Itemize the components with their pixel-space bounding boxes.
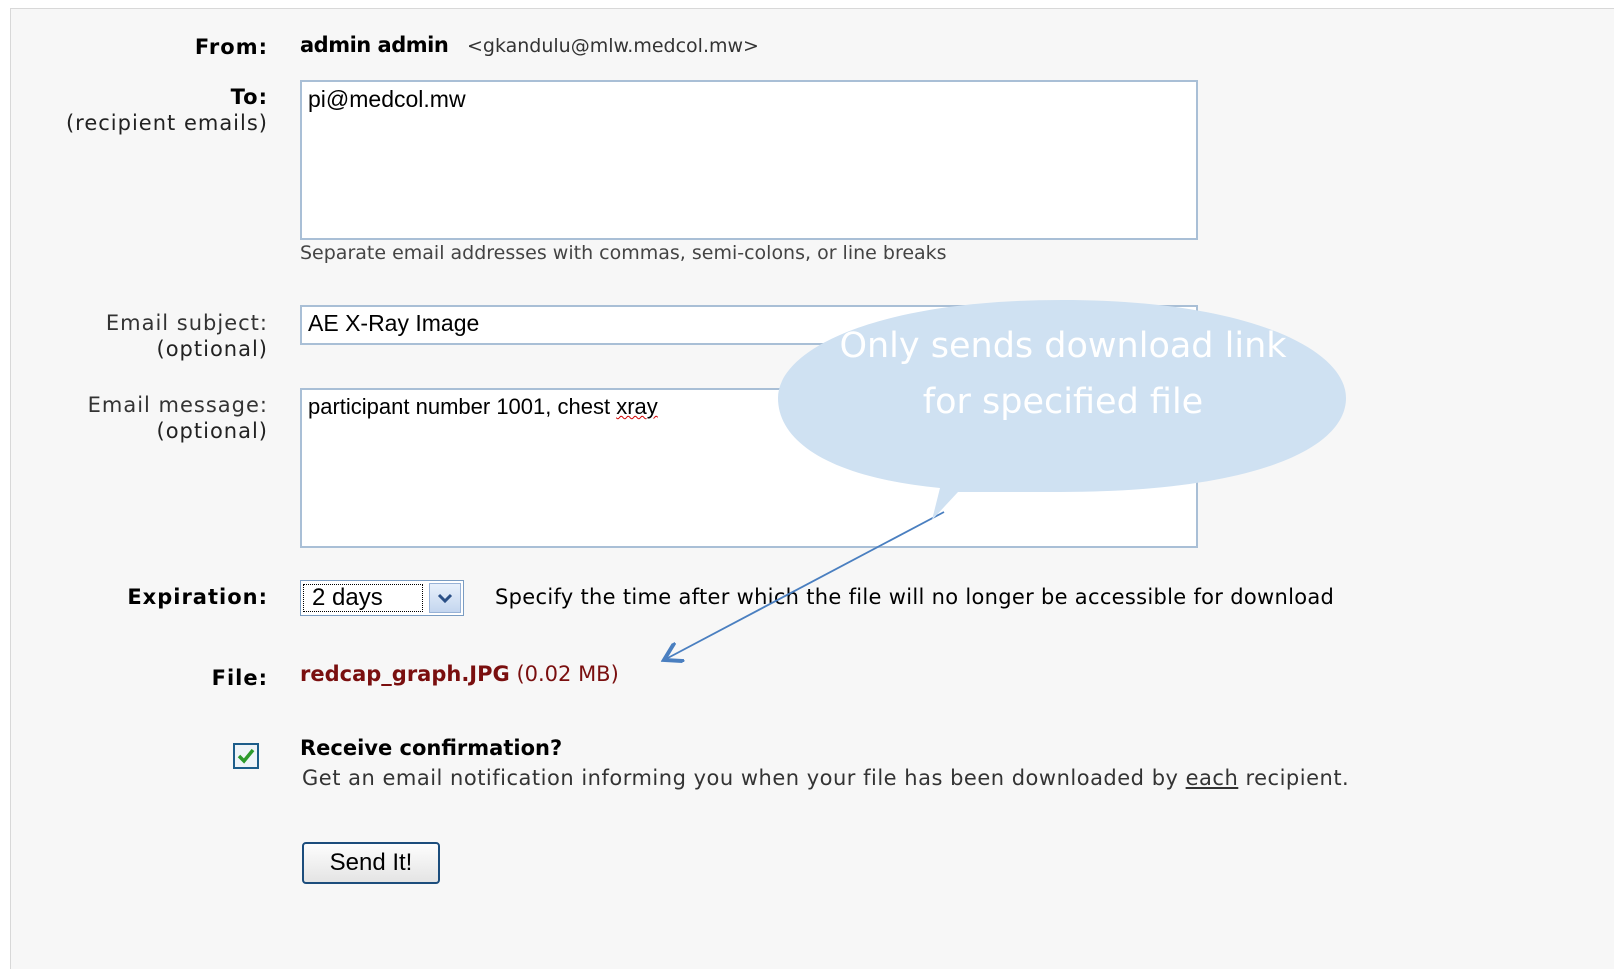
to-sublabel: (recipient emails) — [65, 111, 268, 135]
confirmation-desc-emphasis: each — [1185, 766, 1239, 790]
sender-name: admin admin — [300, 33, 449, 57]
expiration-select[interactable]: 2 days — [300, 580, 464, 616]
callout-text: Only sends download link for specified f… — [839, 326, 1287, 422]
recipients-textarea[interactable]: pi@medcol.mw — [300, 80, 1198, 240]
subject-label: Email subject: (optional) — [106, 310, 268, 362]
file-label: File: — [211, 666, 268, 690]
expiration-label: Expiration: — [127, 585, 268, 609]
file-size: (0.02 MB) — [516, 662, 619, 686]
message-sublabel: (optional) — [156, 419, 268, 443]
file-name: redcap_graph.JPG — [300, 662, 510, 686]
confirmation-title: Receive confirmation? — [300, 736, 563, 760]
message-value: participant number 1001, chest — [308, 394, 617, 419]
subject-sublabel: (optional) — [156, 337, 268, 361]
from-label: From: — [194, 35, 268, 59]
subject-value: AE X-Ray Image — [308, 310, 480, 336]
misspelled-word: xray — [616, 394, 658, 419]
sender-address: <gkandulu@mlw.medcol.mw> — [466, 35, 759, 57]
subject-label-text: Email subject: — [105, 311, 268, 335]
from-value: admin admin <gkandulu@mlw.medcol.mw> — [300, 30, 759, 61]
send-button[interactable]: Send It! — [302, 842, 440, 884]
confirmation-desc-end: recipient. — [1238, 766, 1350, 790]
checkmark-icon — [237, 748, 255, 764]
recipients-hint: Separate email addresses with commas, se… — [300, 242, 947, 264]
message-label-text: Email message: — [87, 393, 268, 417]
expiration-selected-value: 2 days — [303, 584, 423, 612]
expiration-hint: Specify the time after which the file wi… — [495, 585, 1335, 609]
chevron-down-icon[interactable] — [429, 583, 461, 613]
recipients-value: pi@medcol.mw — [308, 86, 466, 112]
to-label-text: To: — [230, 85, 268, 109]
to-label: To: (recipient emails) — [66, 84, 268, 136]
confirmation-desc-text: Get an email notification informing you … — [302, 766, 1186, 790]
confirmation-description: Get an email notification informing you … — [302, 766, 1349, 790]
message-label: Email message: (optional) — [88, 392, 268, 444]
file-info: redcap_graph.JPG (0.02 MB) — [300, 662, 619, 686]
confirmation-checkbox[interactable] — [233, 743, 259, 769]
